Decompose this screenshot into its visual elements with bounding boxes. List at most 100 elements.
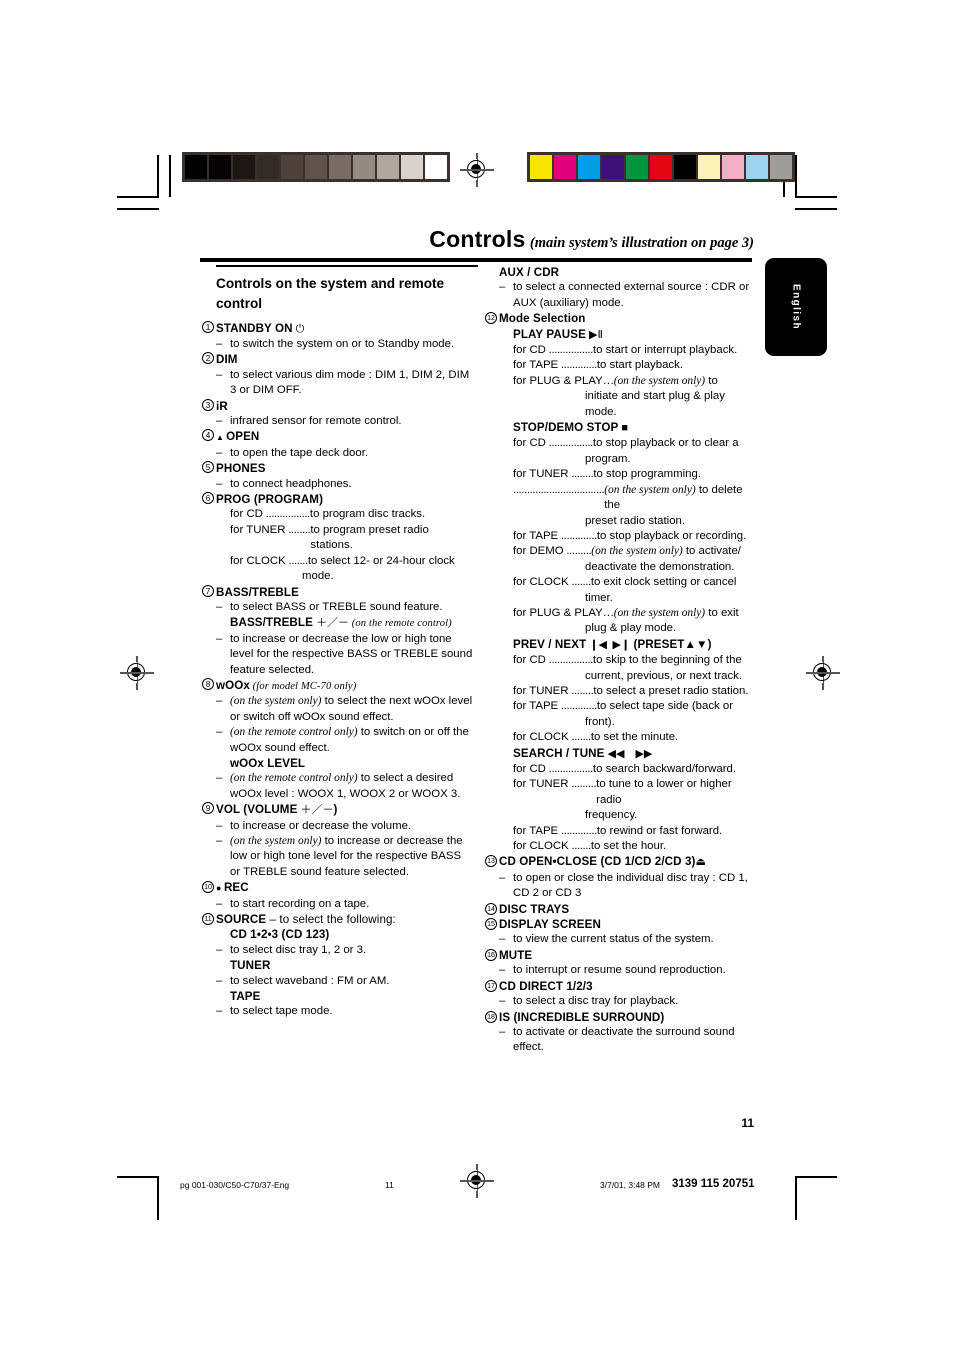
calibration-patch — [746, 155, 768, 179]
mode-label: ................................. — [513, 483, 605, 496]
mode-description-line: for TUNER ........ to stop programming. — [499, 467, 757, 482]
description-text: (on the remote control only) to switch o… — [230, 726, 469, 754]
control-item-body: DISC TRAYS — [499, 902, 757, 917]
control-item-heading: VOL (VOLUME ＋／－) — [216, 803, 338, 817]
mode-description-line: for TAPE ............. to start playback… — [499, 358, 757, 373]
description-text: to increase or decrease the volume. — [230, 819, 412, 832]
control-item-heading: STANDBY ON ⏻ — [216, 321, 305, 335]
calibration-patch — [554, 155, 576, 179]
calibration-patch — [353, 155, 375, 179]
mode-description-line: for TUNER ........ to program preset rad… — [216, 523, 474, 554]
bullet-dash: – — [216, 819, 223, 832]
emphasis-note: (on the system only) — [604, 483, 696, 496]
calibration-patch — [650, 155, 672, 179]
control-item: 17 CD DIRECT 1/2/3– to select a disc tray … — [485, 979, 757, 1010]
calibration-patch — [602, 155, 624, 179]
eject-icon: ⏏ — [695, 856, 706, 869]
control-subheading: PLAY PAUSE ▶Ⅱ — [513, 327, 603, 341]
control-item-number: 10 — [202, 880, 216, 895]
crop-mark-top-left-v — [157, 155, 159, 197]
bullet-dash: – — [216, 943, 223, 956]
control-item-body: ▲ OPEN – to open the tape deck door. — [216, 429, 474, 461]
control-glyph-icon: ▲ — [216, 433, 227, 443]
bullet-dash: – — [216, 897, 223, 910]
control-item-heading: PHONES — [216, 462, 266, 476]
language-tab: English — [765, 258, 827, 356]
description-text: to select various dim mode : DIM 1, DIM … — [230, 368, 470, 397]
description-line: – to view the current status of the syste… — [499, 932, 757, 947]
description-line: – to open or close the individual disc tr… — [499, 871, 757, 902]
mode-description-line: for TAPE ............. to select tape si… — [499, 699, 757, 714]
control-subheading: TUNER — [230, 959, 271, 973]
calibration-patch — [401, 155, 423, 179]
calibration-patch — [257, 155, 279, 179]
description-text: to activate or deactivate the surround s… — [513, 1025, 735, 1054]
control-item: 10 ● REC – to start recording on a tape. — [202, 880, 474, 912]
description-text: to view the current status of the system… — [513, 933, 714, 946]
description-line: – (on the system only) to increase or dec… — [216, 834, 474, 880]
print-footer: pg 001-030/C50-C70/37-Eng 11 3/7/01, 3:4… — [0, 1178, 954, 1196]
description-line: – to select disc tray 1, 2 or 3. — [216, 943, 474, 958]
calibration-patch — [722, 155, 744, 179]
calibration-patch — [530, 155, 552, 179]
control-item-number: 8 — [202, 677, 216, 693]
mode-text: to rewind or fast forward. — [596, 824, 723, 837]
control-item-number: 5 — [202, 461, 216, 476]
control-item-number: 6 — [202, 492, 216, 507]
control-subheading: SEARCH / TUNE ◀◀ ▶▶ — [513, 746, 653, 760]
description-text: (on the system only) to increase or decr… — [230, 835, 463, 878]
mode-description-line: for TAPE ............. to stop playback … — [499, 529, 757, 544]
control-item-body: PHONES – to connect headphones. — [216, 461, 474, 492]
calibration-patch — [626, 155, 648, 179]
emphasis-note: (on the remote control only) — [230, 726, 358, 739]
continuation-line: frequency. — [585, 809, 638, 822]
registration-mark-top — [460, 153, 494, 187]
control-item: 5 PHONES – to connect headphones. — [202, 461, 474, 492]
mode-description-line: for TAPE ............. to rewind or fast… — [499, 824, 757, 839]
calibration-patch — [578, 155, 600, 179]
mode-description-line: for TUNER ......... to tune to a lower o… — [499, 777, 757, 808]
control-subheading: BASS/TREBLE ＋／－ (on the remote control) — [230, 616, 452, 630]
right-column: AUX / CDR – to select a connected external… — [485, 265, 757, 1056]
bullet-dash: – — [216, 974, 223, 987]
description-text: to interrupt or resume sound reproductio… — [513, 964, 726, 977]
control-glyph-icon: ＋／－ — [312, 617, 349, 630]
description-text: (on the remote control only) to select a… — [230, 772, 461, 800]
control-heading-tail: – to select the following: — [266, 913, 396, 927]
description-line: – to select a connected external source :… — [499, 280, 757, 311]
mode-label: for CD ................ — [513, 763, 593, 775]
bullet-dash: – — [216, 632, 223, 645]
bullet-dash: – — [499, 995, 506, 1008]
description-line: – to increase or decrease the low or high… — [216, 632, 474, 678]
control-item-body: STANDBY ON ⏻ – to switch the system on or … — [216, 321, 474, 353]
mode-label: for CD ................ — [513, 344, 593, 357]
bullet-dash: – — [216, 600, 223, 613]
description-text: to open or close the individual disc tra… — [513, 871, 748, 900]
control-item-heading: CD OPEN•CLOSE (CD 1/CD 2/CD 3)⏏ — [499, 855, 706, 869]
language-tab-label: English — [790, 284, 802, 330]
registration-mark-left — [120, 656, 154, 690]
description-line: – to select tape mode. — [216, 1004, 474, 1019]
calibration-patch — [305, 155, 327, 179]
control-item-body: DISPLAY SCREEN – to view the current statu… — [499, 917, 757, 948]
calibration-patch — [233, 155, 255, 179]
mode-description-line: for CLOCK ....... to exit clock setting … — [499, 575, 757, 590]
bullet-dash: – — [499, 871, 506, 884]
emphasis-note: (on the system only) — [230, 695, 322, 708]
description-line: – to increase or decrease the volume. — [216, 819, 474, 834]
control-item-heading: MUTE — [499, 948, 533, 962]
description-text: to select a connected external source : … — [513, 281, 750, 309]
mode-text: to start or interrupt playback. — [592, 344, 738, 357]
description-text: to switch the system on or to Standby mo… — [230, 338, 455, 350]
bullet-dash: – — [216, 835, 223, 847]
mode-text: (on the system only) to delete the — [604, 483, 743, 512]
control-item-heading: BASS/TREBLE — [216, 585, 299, 599]
calibration-patch — [185, 155, 207, 179]
mode-text: to select tape side (back or — [596, 700, 734, 713]
control-item-body: ● REC – to start recording on a tape. — [216, 880, 474, 912]
control-item-heading: Mode Selection — [499, 312, 586, 326]
control-item-body: IS (INCREDIBLE SURROUND) – to activate or … — [499, 1010, 757, 1056]
control-item-heading: ▲ OPEN — [216, 430, 260, 444]
page-number: 11 — [741, 1116, 754, 1130]
crop-mark-top-left-v2 — [169, 155, 171, 197]
